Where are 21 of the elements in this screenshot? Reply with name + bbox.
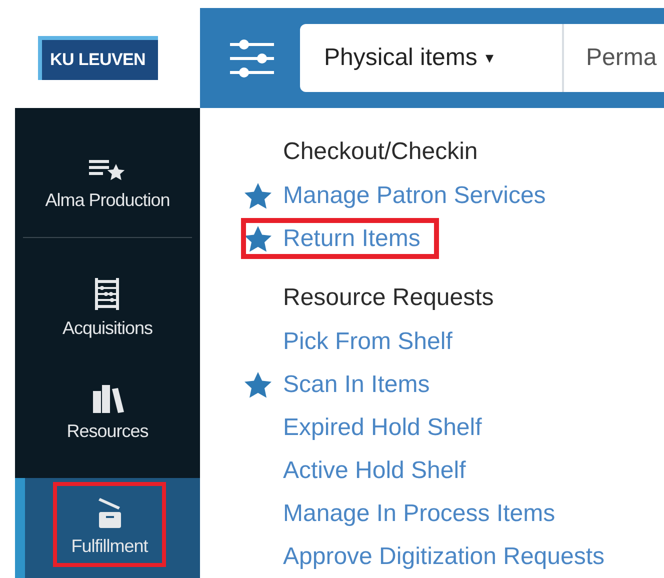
sidebar-item[interactable]: Fulfillment — [15, 478, 200, 578]
section-heading: Checkout/Checkin — [282, 137, 479, 167]
star-icon[interactable] — [243, 182, 273, 210]
menu-link[interactable]: Active Hold Shelf — [240, 449, 486, 492]
menu-link[interactable]: Pick From Shelf — [240, 320, 472, 363]
star-icon[interactable] — [243, 224, 273, 252]
sidebar-item[interactable]: Resources — [15, 365, 200, 468]
scope-dropdown[interactable]: Physical items ▾ — [300, 24, 562, 92]
sidebar-item[interactable]: Alma Production — [23, 138, 192, 238]
logo: KU LEUVEN — [38, 36, 158, 80]
section-heading: Resource Requests — [282, 283, 495, 313]
menu-link[interactable]: Manage Patron Services — [240, 174, 566, 217]
menu-link[interactable]: Manage In Process Items — [240, 492, 576, 535]
star-icon[interactable] — [243, 370, 273, 398]
sidebar-item[interactable]: Acquisitions — [15, 258, 200, 365]
sliders-icon[interactable] — [228, 38, 276, 78]
menu-link[interactable]: Expired Hold Shelf — [240, 406, 502, 449]
menu-link[interactable]: Scan In Items — [240, 363, 450, 406]
menu-link[interactable]: Return Items — [240, 217, 440, 260]
search-field[interactable]: Perma — [562, 24, 664, 92]
menu-link[interactable]: Approve Digitization Requests — [240, 535, 625, 578]
